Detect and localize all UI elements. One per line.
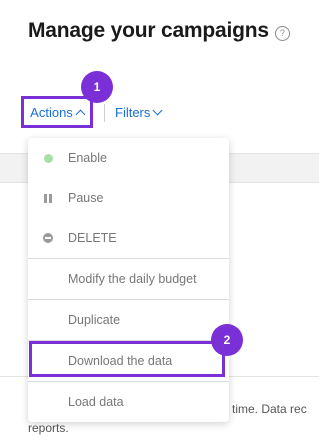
menu-item-label: Duplicate	[68, 313, 121, 327]
menu-item-enable[interactable]: Enable	[28, 138, 229, 178]
menu-item-label: DELETE	[68, 231, 117, 245]
background-text: reports.	[28, 421, 69, 435]
actions-button[interactable]: Actions	[21, 96, 93, 128]
chevron-down-icon	[152, 105, 163, 115]
help-circle-icon[interactable]: ?	[274, 25, 290, 41]
page-header: Manage your campaigns ?	[28, 19, 290, 43]
menu-item-pause[interactable]: Pause	[28, 178, 229, 218]
background-text: time. Data rec	[232, 402, 307, 416]
actions-label: Actions	[30, 104, 73, 120]
enable-dot-icon	[28, 153, 68, 163]
toolbar: Actions Filters	[0, 96, 319, 132]
menu-item-delete[interactable]: DELETE	[28, 218, 229, 258]
download-highlight-box	[29, 341, 225, 377]
actions-menu: Enable Pause DELETE Modify the daily bud…	[28, 138, 229, 422]
chevron-up-icon	[75, 109, 86, 119]
menu-item-label: Load data	[68, 395, 124, 409]
filters-label: Filters	[115, 104, 151, 120]
menu-item-label: Modify the daily budget	[68, 272, 197, 286]
delete-icon	[28, 233, 68, 243]
page-title: Manage your campaigns	[28, 19, 269, 42]
menu-item-modify-budget[interactable]: Modify the daily budget	[28, 259, 229, 299]
menu-item-duplicate[interactable]: Duplicate	[28, 300, 229, 340]
menu-item-load-data[interactable]: Load data	[28, 382, 229, 422]
menu-item-label: Enable	[68, 151, 107, 165]
toolbar-divider	[104, 104, 105, 122]
pause-icon	[28, 193, 68, 203]
step-badge-1: 1	[81, 71, 113, 103]
menu-item-label: Pause	[68, 191, 104, 205]
step-badge-2: 2	[211, 324, 243, 356]
filters-button[interactable]: Filters	[115, 96, 163, 128]
